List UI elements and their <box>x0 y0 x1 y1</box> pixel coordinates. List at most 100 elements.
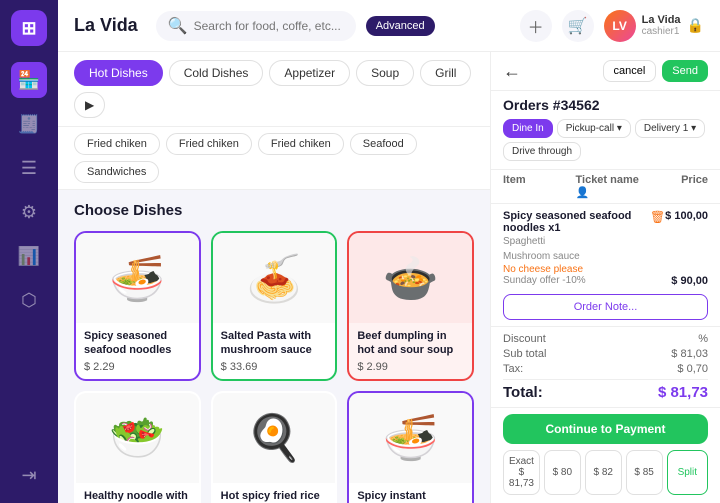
app-title: La Vida <box>74 15 138 36</box>
dish-price: $ 2.99 <box>357 361 464 373</box>
cat-hot-dishes[interactable]: Hot Dishes <box>74 60 163 86</box>
order-item-original-price: $ 100,00 <box>665 210 708 222</box>
otype-delivery[interactable]: Delivery 1 ▾ <box>635 119 705 138</box>
discount-row: Discount % <box>503 333 708 345</box>
amount-82-button[interactable]: $ 82 <box>585 450 622 495</box>
content: Hot Dishes Cold Dishes Appetizer Soup Gr… <box>58 52 720 503</box>
send-button[interactable]: Send <box>662 60 708 82</box>
sub-category-tabs: Fried chiken Fried chiken Fried chiken S… <box>58 127 490 190</box>
continue-payment-button[interactable]: Continue to Payment <box>503 414 708 444</box>
dish-name: Healthy noodle with spinach leaf <box>84 489 191 503</box>
add-button[interactable]: ＋ <box>520 10 552 42</box>
dish-image: 🍲 <box>349 233 472 323</box>
search-box[interactable]: 🔍 <box>156 11 356 41</box>
menu-area: Hot Dishes Cold Dishes Appetizer Soup Gr… <box>58 52 490 503</box>
sidebar-item-list[interactable]: ☰ <box>11 150 47 186</box>
sidebar-item-chart[interactable]: 📊 <box>11 238 47 274</box>
lock-icon[interactable]: 🔒 <box>687 17 704 34</box>
dish-info: Healthy noodle with spinach leaf $ 3.29 <box>76 483 199 503</box>
total-value: $ 81,73 <box>658 384 708 401</box>
sidebar-item-settings[interactable]: ⚙ <box>11 194 47 230</box>
dish-info: Beef dumpling in hot and sour soup $ 2.9… <box>349 323 472 379</box>
avatar: LV <box>604 10 636 42</box>
col-item: Item <box>503 174 576 199</box>
dish-name: Spicy seasoned seafood noodles <box>84 329 191 358</box>
user-info: LV La Vida cashier1 🔒 <box>604 10 704 42</box>
dish-info: Spicy instant noodle with special omelet… <box>349 483 472 503</box>
sub-fried-chicken-1[interactable]: Fried chiken <box>74 133 160 155</box>
sidebar-item-logout[interactable]: ⇥ <box>11 457 47 493</box>
tax-label: Tax: <box>503 363 523 375</box>
order-item-detail: SpaghettiMushroom sauce <box>503 234 708 264</box>
dish-info: Salted Pasta with mushroom sauce $ 33.69 <box>213 323 336 379</box>
split-button[interactable]: Split <box>667 450 708 495</box>
cat-grill[interactable]: Grill <box>420 60 471 86</box>
exact-buttons: Exact $ 81,73 $ 80 $ 82 $ 85 Split <box>503 450 708 495</box>
amount-85-button[interactable]: $ 85 <box>626 450 663 495</box>
dish-card[interactable]: 🍳 Hot spicy fried rice with omelet $ 3.4… <box>211 391 338 503</box>
subtotal-label: Sub total <box>503 348 546 360</box>
order-summary: Discount % Sub total $ 81,03 Tax: $ 0,70… <box>491 326 720 407</box>
section-title: Choose Dishes <box>74 202 474 219</box>
back-button[interactable]: ← <box>503 61 521 82</box>
otype-pickup[interactable]: Pickup-call ▾ <box>557 119 631 138</box>
tax-value: $ 0,70 <box>677 363 708 375</box>
col-ticket: Ticket name 👤 <box>576 174 649 199</box>
cart-button[interactable]: 🛒 <box>562 10 594 42</box>
order-item-name: Spicy seasoned seafood noodles x1 <box>503 210 646 234</box>
order-note-button[interactable]: Order Note... <box>503 294 708 320</box>
dish-card[interactable]: 🍜 Spicy seasoned seafood noodles $ 2.29 <box>74 231 201 381</box>
dishes-section: Choose Dishes 🍜 Spicy seasoned seafood n… <box>58 190 490 503</box>
dish-price: $ 33.69 <box>221 361 328 373</box>
sub-seafood[interactable]: Seafood <box>350 133 417 155</box>
exact-amount-button[interactable]: Exact $ 81,73 <box>503 450 540 495</box>
dishes-grid: 🍜 Spicy seasoned seafood noodles $ 2.29 … <box>74 231 474 503</box>
app-logo[interactable]: ⊞ <box>11 10 47 46</box>
order-item-note: No cheese please <box>503 264 708 275</box>
delete-icon[interactable]: 🗑 <box>650 210 665 224</box>
dish-card[interactable]: 🥗 Healthy noodle with spinach leaf $ 3.2… <box>74 391 201 503</box>
discount-value: % <box>698 333 708 345</box>
dish-image: 🍜 <box>76 233 199 323</box>
order-panel-header: ← cancel Send <box>491 52 720 91</box>
amount-80-button[interactable]: $ 80 <box>544 450 581 495</box>
total-row: Total: $ 81,73 <box>503 379 708 401</box>
cat-appetizer[interactable]: Appetizer <box>269 60 350 86</box>
cancel-button[interactable]: cancel <box>603 60 657 82</box>
order-item-discounted-price: $ 90,00 <box>671 275 708 287</box>
order-item-discount: Sunday offer -10% <box>503 275 586 286</box>
sub-sandwiches[interactable]: Sandwiches <box>74 161 159 183</box>
category-tabs: Hot Dishes Cold Dishes Appetizer Soup Gr… <box>58 52 490 127</box>
order-table-header: Item Ticket name 👤 Price <box>491 169 720 204</box>
sub-fried-chicken-3[interactable]: Fried chiken <box>258 133 344 155</box>
header-icons: ＋ 🛒 LV La Vida cashier1 🔒 <box>520 10 704 42</box>
cat-soup[interactable]: Soup <box>356 60 414 86</box>
otype-drive[interactable]: Drive through <box>503 142 581 161</box>
dish-info: Hot spicy fried rice with omelet $ 3.49 <box>213 483 336 503</box>
search-icon: 🔍 <box>168 16 188 36</box>
dish-image: 🥗 <box>76 393 199 483</box>
dish-card[interactable]: 🍜 Spicy instant noodle with special omel… <box>347 391 474 503</box>
advanced-button[interactable]: Advanced <box>366 16 435 36</box>
header: La Vida 🔍 Advanced ＋ 🛒 LV La Vida cashie… <box>58 0 720 52</box>
sidebar-item-store[interactable]: 🏪 <box>11 62 47 98</box>
sub-fried-chicken-2[interactable]: Fried chiken <box>166 133 252 155</box>
order-actions: cancel Send <box>603 60 709 82</box>
cat-cold-dishes[interactable]: Cold Dishes <box>169 60 264 86</box>
dish-image: 🍜 <box>349 393 472 483</box>
sidebar-item-receipt[interactable]: 🧾 <box>11 106 47 142</box>
otype-dine-in[interactable]: Dine In <box>503 119 553 138</box>
order-item: Spicy seasoned seafood noodles x1 🗑 $ 10… <box>503 204 708 288</box>
more-categories-button[interactable]: ▶ <box>74 92 105 118</box>
dish-price: $ 2.29 <box>84 361 191 373</box>
dish-card[interactable]: 🍲 Beef dumpling in hot and sour soup $ 2… <box>347 231 474 381</box>
payment-section: Continue to Payment Exact $ 81,73 $ 80 $… <box>491 407 720 503</box>
user-name: La Vida <box>642 14 681 26</box>
sidebar-item-nodes[interactable]: ⬡ <box>11 282 47 318</box>
discount-label: Discount <box>503 333 546 345</box>
dish-card[interactable]: 🍝 Salted Pasta with mushroom sauce $ 33.… <box>211 231 338 381</box>
order-panel: ← cancel Send Orders #34562 Dine In Pick… <box>490 52 720 503</box>
tax-row: Tax: $ 0,70 <box>503 363 708 375</box>
main-area: La Vida 🔍 Advanced ＋ 🛒 LV La Vida cashie… <box>58 0 720 503</box>
search-input[interactable] <box>194 19 344 33</box>
